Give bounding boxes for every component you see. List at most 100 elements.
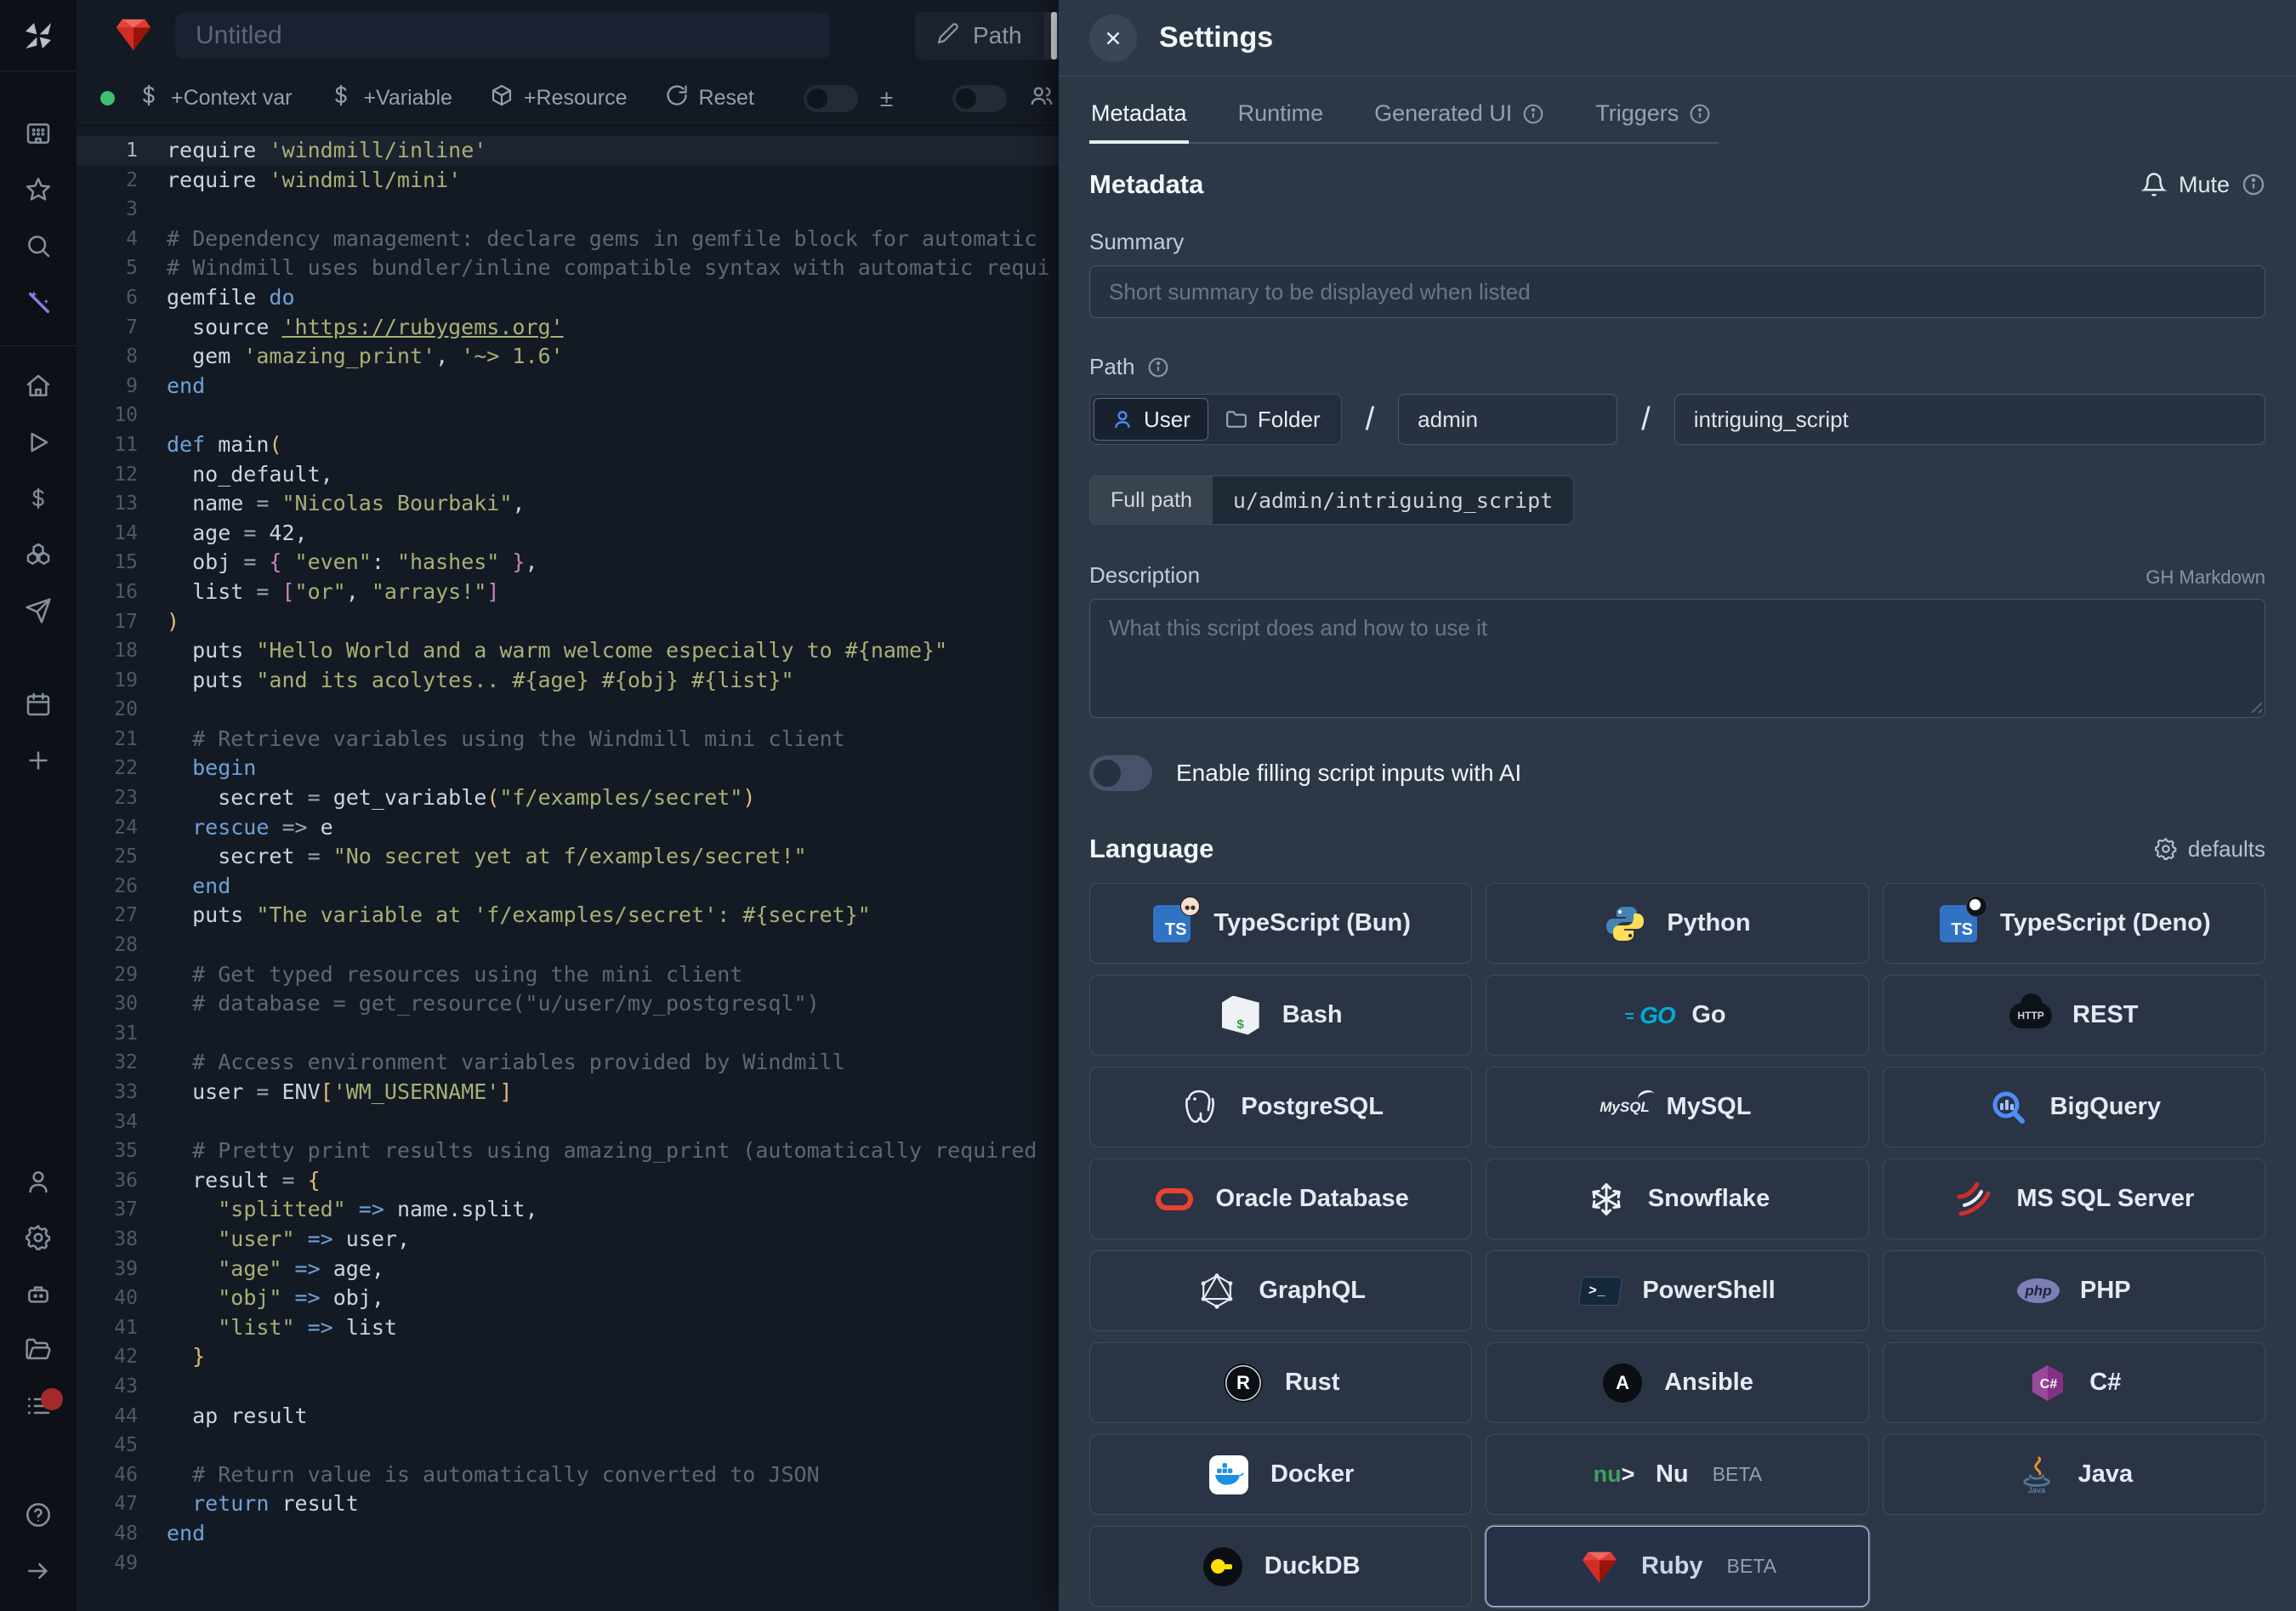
language-card-ms-sql-server[interactable]: MS SQL Server bbox=[1883, 1158, 2265, 1239]
language-card-rest[interactable]: HTTPREST bbox=[1883, 975, 2265, 1056]
notification-badge bbox=[41, 1388, 63, 1410]
language-card-c-[interactable]: C#C# bbox=[1883, 1342, 2265, 1423]
language-card-docker[interactable]: Docker bbox=[1089, 1434, 1472, 1515]
runs-icon bbox=[25, 429, 52, 460]
favorites-icon bbox=[25, 176, 52, 208]
info-icon bbox=[1522, 103, 1544, 125]
language-card-bash[interactable]: $Bash bbox=[1089, 975, 1472, 1056]
close-icon bbox=[1102, 27, 1124, 49]
schedules-icon bbox=[25, 691, 52, 722]
sidebar bbox=[0, 0, 77, 1611]
beta-badge: BETA bbox=[1727, 1555, 1776, 1578]
tab-runtime[interactable]: Runtime bbox=[1236, 88, 1326, 142]
sidebar-item-folders[interactable] bbox=[0, 1324, 77, 1380]
language-card-php[interactable]: phpPHP bbox=[1883, 1250, 2265, 1331]
svg-text:Java: Java bbox=[2027, 1486, 2045, 1494]
language-card-oracle-database[interactable]: Oracle Database bbox=[1089, 1158, 1472, 1239]
sidebar-item-apps[interactable] bbox=[0, 107, 77, 163]
sidebar-item-home[interactable] bbox=[0, 360, 77, 416]
sidebar-item-help[interactable] bbox=[0, 1489, 77, 1545]
sidebar-item-workspace-settings[interactable] bbox=[0, 1211, 77, 1267]
bun-icon: TS bbox=[1151, 902, 1193, 945]
multiplayer-toggle[interactable] bbox=[952, 85, 1007, 112]
language-card-java[interactable]: JavaJava bbox=[1883, 1434, 2265, 1515]
refresh-icon bbox=[665, 83, 689, 113]
sidebar-item-audit-logs[interactable] bbox=[0, 1380, 77, 1436]
path-button-label: Path bbox=[973, 22, 1022, 49]
language-card-ruby[interactable]: RubyBETA bbox=[1486, 1526, 1868, 1607]
language-card-go[interactable]: GOGo bbox=[1486, 975, 1868, 1056]
reset-button[interactable]: Reset bbox=[665, 83, 754, 113]
language-card-powershell[interactable]: >_PowerShell bbox=[1486, 1250, 1868, 1331]
create-icon bbox=[25, 747, 52, 778]
ai-inputs-toggle[interactable] bbox=[1089, 755, 1152, 791]
sidebar-item-workers[interactable] bbox=[0, 1267, 77, 1324]
editor-scrollbar-thumb[interactable] bbox=[1051, 12, 1057, 60]
sidebar-item-triggers[interactable] bbox=[0, 584, 77, 640]
mute-button[interactable]: Mute bbox=[2141, 172, 2265, 198]
gh-markdown-hint: GH Markdown bbox=[2145, 566, 2265, 589]
language-card-typescript-bun-[interactable]: TSTypeScript (Bun) bbox=[1089, 883, 1472, 964]
sidebar-item-variables[interactable] bbox=[0, 472, 77, 528]
defaults-label: defaults bbox=[2188, 836, 2265, 862]
home-icon bbox=[25, 373, 52, 404]
sidebar-item-schedules[interactable] bbox=[0, 678, 77, 734]
language-card-bigquery[interactable]: BigQuery bbox=[1883, 1067, 2265, 1147]
rust-icon: R bbox=[1222, 1362, 1265, 1404]
add-variable-button[interactable]: +Variable bbox=[329, 83, 452, 113]
description-textarea[interactable] bbox=[1089, 599, 2265, 718]
workers-icon bbox=[25, 1280, 52, 1312]
tab-generated-ui[interactable]: Generated UI bbox=[1372, 88, 1546, 142]
close-button[interactable] bbox=[1089, 14, 1137, 62]
owner-kind-selector: User Folder bbox=[1089, 394, 1342, 445]
language-card-typescript-deno-[interactable]: TSTypeScript (Deno) bbox=[1883, 883, 2265, 964]
sidebar-item-ai-assistant[interactable] bbox=[0, 276, 77, 332]
diff-mode-toggle[interactable] bbox=[804, 85, 858, 112]
owner-kind-folder[interactable]: Folder bbox=[1208, 398, 1338, 441]
language-heading: Language bbox=[1089, 834, 1213, 864]
language-card-python[interactable]: Python bbox=[1486, 883, 1868, 964]
csharp-icon: C# bbox=[2026, 1362, 2069, 1404]
php-icon: php bbox=[2017, 1270, 2060, 1312]
settings-panel: Settings Metadata Runtime Generated UI Trig… bbox=[1059, 0, 2296, 1611]
user-icon bbox=[1111, 408, 1134, 430]
language-card-graphql[interactable]: GraphQL bbox=[1089, 1250, 1472, 1331]
settings-body: Metadata Mute Summary Path bbox=[1059, 144, 2296, 1611]
language-card-postgresql[interactable]: PostgreSQL bbox=[1089, 1067, 1472, 1147]
sidebar-item-expand-sidebar[interactable] bbox=[0, 1545, 77, 1601]
add-resource-button[interactable]: +Resource bbox=[490, 83, 628, 113]
sidebar-item-resources[interactable] bbox=[0, 528, 77, 584]
full-path-display: Full path u/admin/intriguing_script bbox=[1089, 475, 1574, 525]
users-icon bbox=[1029, 83, 1054, 113]
tab-triggers[interactable]: Triggers bbox=[1594, 88, 1713, 142]
add-context-var-button[interactable]: +Context var bbox=[137, 83, 292, 113]
language-card-rust[interactable]: RRust bbox=[1089, 1342, 1472, 1423]
language-card-snowflake[interactable]: Snowflake bbox=[1486, 1158, 1868, 1239]
language-defaults-button[interactable]: defaults bbox=[2154, 836, 2265, 862]
sidebar-item-account[interactable] bbox=[0, 1155, 77, 1211]
full-path-value: u/admin/intriguing_script bbox=[1213, 476, 1573, 524]
language-card-duckdb[interactable]: DuckDB bbox=[1089, 1526, 1472, 1607]
windmill-logo-icon bbox=[21, 19, 55, 53]
sidebar-item-search[interactable] bbox=[0, 219, 77, 276]
account-icon bbox=[25, 1168, 52, 1199]
language-card-ansible[interactable]: AAnsible bbox=[1486, 1342, 1868, 1423]
windmill-logo[interactable] bbox=[0, 0, 77, 71]
bigquery-icon bbox=[1987, 1086, 2030, 1129]
tab-metadata[interactable]: Metadata bbox=[1089, 88, 1189, 142]
summary-input[interactable] bbox=[1089, 265, 2265, 318]
owner-input[interactable] bbox=[1398, 394, 1617, 445]
triggers-icon bbox=[25, 597, 52, 629]
ai-assistant-icon bbox=[25, 288, 52, 320]
sidebar-item-create[interactable] bbox=[0, 734, 77, 790]
language-card-nu[interactable]: nu>NuBETA bbox=[1486, 1434, 1868, 1515]
script-title-input[interactable] bbox=[175, 13, 830, 59]
settings-header: Settings bbox=[1059, 0, 2296, 77]
owner-kind-user[interactable]: User bbox=[1094, 398, 1208, 441]
oracle-icon bbox=[1153, 1178, 1196, 1221]
search-icon bbox=[25, 232, 52, 264]
script-name-input[interactable] bbox=[1674, 394, 2265, 445]
sidebar-item-favorites[interactable] bbox=[0, 163, 77, 219]
sidebar-item-runs[interactable] bbox=[0, 416, 77, 472]
language-card-mysql[interactable]: MySQLMySQL bbox=[1486, 1067, 1868, 1147]
